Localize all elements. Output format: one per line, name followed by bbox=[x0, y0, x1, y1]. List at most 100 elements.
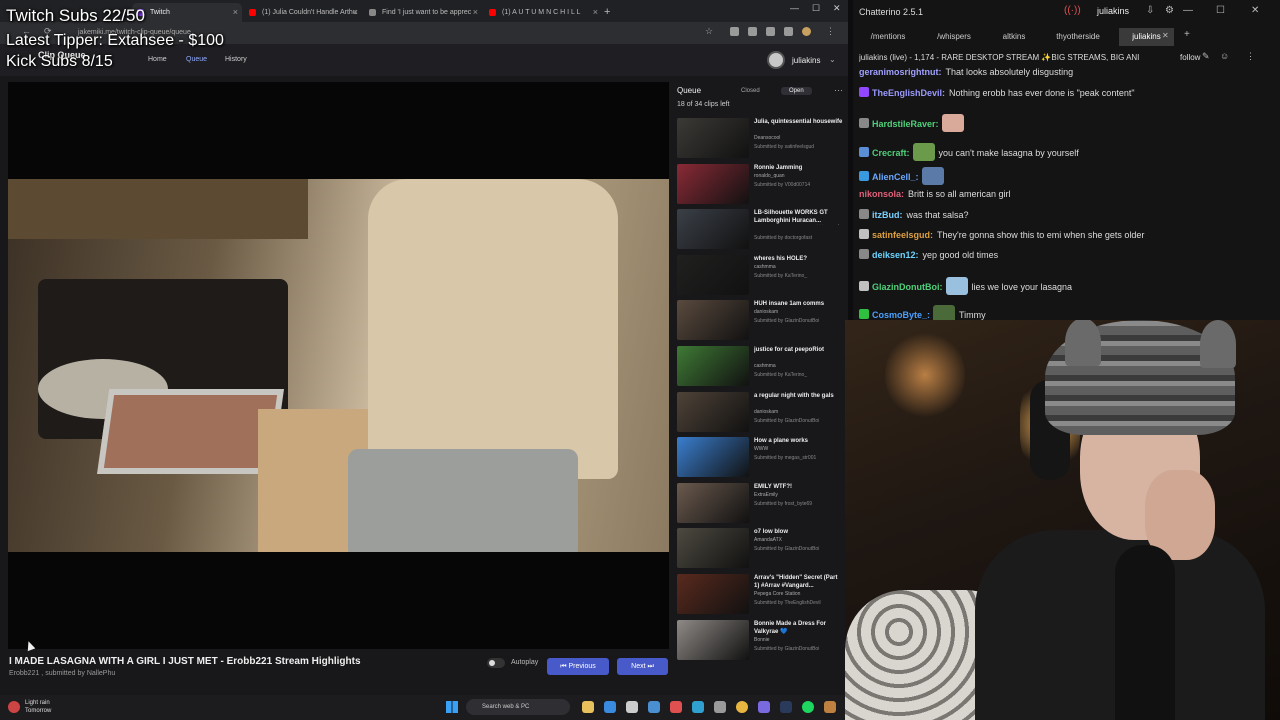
queue-item-thumbnail[interactable] bbox=[677, 346, 749, 386]
queue-item[interactable]: LB-Silhouette WORKS GT Lamborghini Hurac… bbox=[675, 209, 845, 253]
nav-history[interactable]: History bbox=[225, 56, 247, 63]
queue-item[interactable]: How a plane works WWW Submitted by megas_s… bbox=[675, 437, 845, 481]
chat-tab-altkins[interactable]: altkins bbox=[991, 28, 1037, 46]
queue-item[interactable]: HUH insane 1am comms danioskam Submitted b… bbox=[675, 300, 845, 344]
chat-username[interactable]: geranimosrightnut: bbox=[859, 67, 942, 77]
queue-item[interactable]: Arrav's "Hidden" Secret (Part 1) #Arrav … bbox=[675, 574, 845, 618]
nav-home[interactable]: Home bbox=[148, 56, 167, 63]
queue-item-thumbnail[interactable] bbox=[677, 254, 749, 295]
chat-tab-mentions[interactable]: /mentions bbox=[859, 28, 917, 46]
bookmark-star-icon[interactable]: ☆ bbox=[705, 26, 713, 37]
autoplay-toggle[interactable] bbox=[487, 658, 505, 668]
queue-item[interactable]: o7 low blow AmandaATX Submitted by GlazinD… bbox=[675, 528, 845, 572]
close-tab-icon[interactable]: ✕ bbox=[1162, 31, 1169, 40]
queue-item-thumbnail[interactable] bbox=[677, 437, 749, 478]
queue-item-title[interactable]: Ronnie Jamming bbox=[754, 164, 844, 172]
video-player[interactable] bbox=[8, 82, 669, 649]
queue-item-title[interactable]: Julia, quintessential housewife bbox=[754, 118, 844, 126]
queue-closed-tab[interactable]: Closed bbox=[733, 87, 768, 95]
app-icon[interactable] bbox=[670, 701, 682, 713]
queue-item-title[interactable]: Arrav's "Hidden" Secret (Part 1) #Arrav … bbox=[754, 574, 844, 590]
queue-item[interactable]: justice for cat peepoRiot cashmma Submitte… bbox=[675, 346, 845, 390]
file-explorer-icon[interactable] bbox=[582, 701, 594, 713]
queue-item-title[interactable]: Bonnie Made a Dress For Valkyrae 💙 bbox=[754, 620, 844, 636]
extension-icon[interactable] bbox=[784, 27, 793, 36]
maximize-icon[interactable]: ☐ bbox=[1216, 5, 1225, 16]
account-name[interactable]: juliakins bbox=[1097, 6, 1129, 16]
queue-item-title[interactable]: EMILY WTF?! bbox=[754, 483, 844, 491]
avatar[interactable] bbox=[767, 51, 785, 69]
extension-icon[interactable] bbox=[766, 27, 775, 36]
extension-icon[interactable] bbox=[748, 27, 757, 36]
more-options-icon[interactable]: ⋯ bbox=[834, 85, 843, 96]
close-icon[interactable]: × bbox=[233, 3, 238, 22]
chat-username[interactable]: CosmoByte_: bbox=[872, 310, 930, 320]
chat-username[interactable]: GlazinDonutBoi: bbox=[872, 282, 943, 292]
edit-icon[interactable]: ✎ bbox=[1202, 51, 1210, 62]
chat-username[interactable]: AlienCell_: bbox=[872, 172, 919, 182]
chat-tab-thyotherside[interactable]: thyotherside bbox=[1045, 28, 1111, 46]
queue-item-thumbnail[interactable] bbox=[677, 209, 749, 250]
queue-item-title[interactable]: justice for cat peepoRiot bbox=[754, 346, 844, 354]
nav-queue[interactable]: Queue bbox=[186, 56, 207, 63]
windows-start-icon[interactable] bbox=[446, 701, 458, 713]
close-window-icon[interactable]: ✕ bbox=[1251, 5, 1259, 16]
queue-open-tab[interactable]: Open bbox=[781, 87, 812, 95]
add-tab-icon[interactable]: + bbox=[1184, 29, 1190, 40]
store-icon[interactable] bbox=[604, 701, 616, 713]
chat-username[interactable]: deiksen12: bbox=[872, 250, 919, 260]
menu-icon[interactable]: ⋮ bbox=[1246, 51, 1255, 62]
app-icon[interactable] bbox=[758, 701, 770, 713]
queue-item[interactable]: wheres his HOLE? cashmma Submitted by KaTe… bbox=[675, 254, 845, 299]
profile-icon[interactable] bbox=[802, 27, 811, 36]
chat-username[interactable]: HardstileRaver: bbox=[872, 119, 939, 129]
chat-username[interactable]: Crecraft: bbox=[872, 148, 910, 158]
app-icon[interactable] bbox=[714, 701, 726, 713]
queue-item[interactable]: Bonnie Made a Dress For Valkyrae 💙 Bonnie… bbox=[675, 619, 845, 664]
queue-item-thumbnail[interactable] bbox=[677, 118, 749, 158]
follow-button[interactable]: follow bbox=[1180, 53, 1200, 62]
new-tab-button[interactable]: + bbox=[600, 3, 620, 22]
close-window-icon[interactable]: ✕ bbox=[833, 3, 841, 14]
steam-icon[interactable] bbox=[780, 701, 792, 713]
menu-icon[interactable]: ⋮ bbox=[826, 26, 835, 37]
queue-item[interactable]: Ronnie Jamming ronaldo_quan Submitted by V… bbox=[675, 163, 845, 208]
next-button[interactable]: Next ⏭ bbox=[617, 658, 668, 675]
queue-item-thumbnail[interactable] bbox=[677, 163, 749, 204]
queue-item-thumbnail[interactable] bbox=[677, 391, 749, 432]
queue-item[interactable]: Julia, quintessential housewife Deansocoo… bbox=[675, 118, 845, 162]
queue-list[interactable]: Julia, quintessential housewife Deansocoo… bbox=[675, 118, 845, 684]
queue-item-title[interactable]: wheres his HOLE? bbox=[754, 255, 844, 263]
queue-item-title[interactable]: HUH insane 1am comms bbox=[754, 300, 844, 308]
queue-item-thumbnail[interactable] bbox=[677, 482, 749, 523]
spotify-icon[interactable] bbox=[802, 701, 814, 713]
close-icon[interactable]: × bbox=[353, 3, 358, 22]
chevron-down-icon[interactable]: ⌄ bbox=[829, 55, 836, 64]
queue-item[interactable]: a regular night with the gals danioskam Su… bbox=[675, 391, 845, 436]
chat-username[interactable]: itzBud: bbox=[872, 210, 903, 220]
weather-widget[interactable]: Light rain Tomorrow bbox=[25, 699, 51, 715]
queue-item-title[interactable]: LB-Silhouette WORKS GT Lamborghini Hurac… bbox=[754, 209, 844, 225]
minimize-icon[interactable]: — bbox=[790, 3, 799, 13]
chat-tab-whispers[interactable]: /whispers bbox=[925, 28, 983, 46]
browser-tab[interactable]: (1) A U T U M N C H I L L × bbox=[484, 3, 602, 22]
close-icon[interactable]: × bbox=[593, 3, 598, 22]
queue-item[interactable]: EMILY WTF?! ExtraEmily Submitted by frost_… bbox=[675, 482, 845, 527]
taskbar-search[interactable]: Search web & PC bbox=[466, 699, 570, 715]
previous-button[interactable]: ⏮ Previous bbox=[547, 658, 609, 675]
browser-tab[interactable]: Find 'I just want to be apprec × bbox=[364, 3, 482, 22]
queue-item-thumbnail[interactable] bbox=[677, 574, 749, 614]
user-name[interactable]: juliakins bbox=[792, 56, 820, 65]
chat-username[interactable]: nikonsola: bbox=[859, 189, 904, 199]
chrome-icon[interactable] bbox=[736, 701, 748, 713]
browser-tab-twitch[interactable]: Twitch × bbox=[132, 3, 242, 22]
extension-icon[interactable] bbox=[730, 27, 739, 36]
maximize-icon[interactable]: ☐ bbox=[812, 3, 820, 14]
queue-item-thumbnail[interactable] bbox=[677, 300, 749, 341]
queue-item-thumbnail[interactable] bbox=[677, 528, 749, 569]
browser-tab[interactable]: (1) Julia Couldn't Handle Arthu × bbox=[244, 3, 362, 22]
queue-item-title[interactable]: How a plane works bbox=[754, 437, 844, 445]
video-frame[interactable] bbox=[8, 179, 669, 552]
gear-icon[interactable]: ⚙ bbox=[1165, 5, 1174, 16]
queue-item-title[interactable]: o7 low blow bbox=[754, 528, 844, 536]
